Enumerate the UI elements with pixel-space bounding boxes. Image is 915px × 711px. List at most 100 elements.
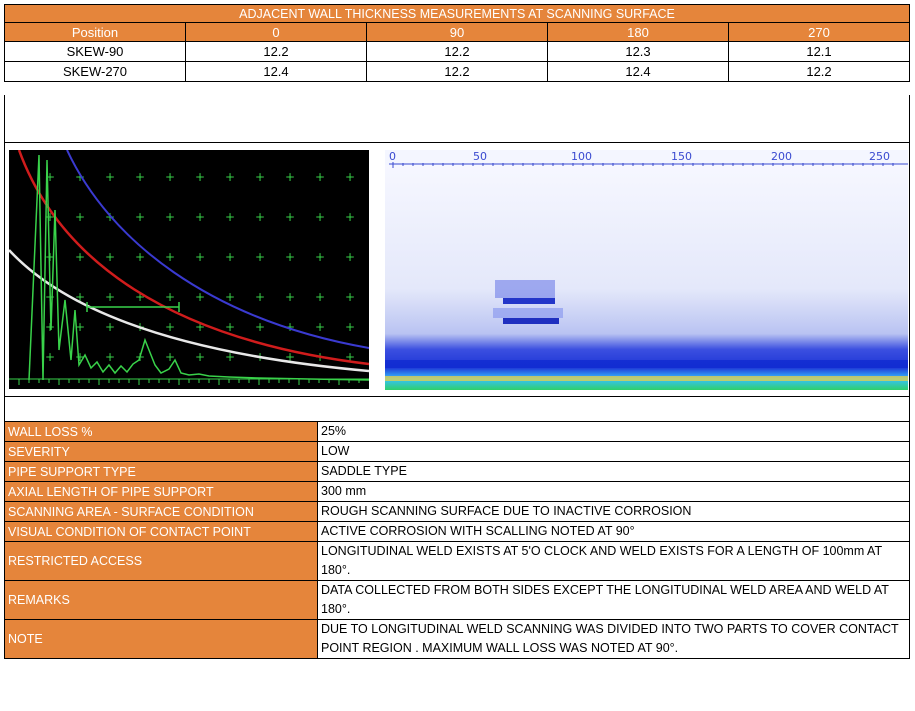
svg-text:+: + — [105, 170, 115, 184]
table-header-row: Position 0 90 180 270 — [4, 22, 910, 42]
detail-row-wall-loss: WALL LOSS % 25% — [4, 421, 910, 442]
table-title: ADJACENT WALL THICKNESS MEASUREMENTS AT … — [4, 4, 910, 23]
detail-label: RESTRICTED ACCESS — [4, 541, 318, 581]
detail-value: ROUGH SCANNING SURFACE DUE TO INACTIVE C… — [317, 501, 910, 522]
detail-label: SCANNING AREA - SURFACE CONDITION — [4, 501, 318, 522]
details-table-block: WALL LOSS % 25% SEVERITY LOW PIPE SUPPORT … — [4, 421, 910, 659]
b-scan-tick-label: 150 — [671, 150, 692, 163]
svg-text:+: + — [135, 250, 145, 264]
detail-label: VISUAL CONDITION OF CONTACT POINT — [4, 521, 318, 542]
svg-text:+: + — [315, 250, 325, 264]
svg-text:+: + — [345, 210, 355, 224]
row-label: SKEW-90 — [4, 41, 186, 62]
detail-row-support-type: PIPE SUPPORT TYPE SADDLE TYPE — [4, 461, 910, 482]
svg-text:+: + — [45, 320, 55, 334]
table-cell: 12.2 — [728, 61, 910, 82]
svg-text:+: + — [75, 250, 85, 264]
svg-text:+: + — [45, 350, 55, 364]
table-cell: 12.1 — [728, 41, 910, 62]
svg-text:+: + — [165, 210, 175, 224]
header-180: 180 — [547, 22, 729, 42]
table-cell: 12.2 — [366, 41, 548, 62]
header-0: 0 — [185, 22, 367, 42]
svg-text:+: + — [105, 320, 115, 334]
svg-text:+: + — [165, 250, 175, 264]
detail-row-axial-length: AXIAL LENGTH OF PIPE SUPPORT 300 mm — [4, 481, 910, 502]
detail-row-remarks: REMARKS DATA COLLECTED FROM BOTH SIDES EX… — [4, 580, 910, 620]
detail-label: SEVERITY — [4, 441, 318, 462]
svg-text:+: + — [255, 320, 265, 334]
thickness-table: ADJACENT WALL THICKNESS MEASUREMENTS AT … — [4, 4, 910, 82]
svg-text:+: + — [315, 210, 325, 224]
svg-text:+: + — [285, 170, 295, 184]
svg-text:+: + — [105, 290, 115, 304]
detail-label: NOTE — [4, 619, 318, 659]
spacer-row — [4, 396, 910, 422]
svg-text:+: + — [285, 250, 295, 264]
svg-text:+: + — [255, 210, 265, 224]
svg-text:+: + — [255, 290, 265, 304]
svg-text:+: + — [195, 210, 205, 224]
row-label: SKEW-270 — [4, 61, 186, 82]
table-cell: 12.4 — [185, 61, 367, 82]
detail-label: AXIAL LENGTH OF PIPE SUPPORT — [4, 481, 318, 502]
b-scan-tick-label: 200 — [771, 150, 792, 163]
svg-text:+: + — [165, 320, 175, 334]
detail-value: 300 mm — [317, 481, 910, 502]
header-position: Position — [4, 22, 186, 42]
svg-text:+: + — [195, 170, 205, 184]
details-table: WALL LOSS % 25% SEVERITY LOW PIPE SUPPORT … — [4, 421, 910, 659]
detail-row-note: NOTE DUE TO LONGITUDINAL WELD SCANNING W… — [4, 619, 910, 659]
svg-text:+: + — [225, 290, 235, 304]
b-scan-tick-label: 50 — [473, 150, 487, 163]
svg-text:+: + — [345, 170, 355, 184]
detail-value: LOW — [317, 441, 910, 462]
svg-text:+: + — [195, 250, 205, 264]
detail-row-restricted-access: RESTRICTED ACCESS LONGITUDINAL WELD EXIST… — [4, 541, 910, 581]
svg-text:+: + — [315, 290, 325, 304]
header-90: 90 — [366, 22, 548, 42]
svg-text:+: + — [105, 350, 115, 364]
table-row: SKEW-90 12.2 12.2 12.3 12.1 — [4, 41, 910, 62]
thickness-table-block: ADJACENT WALL THICKNESS MEASUREMENTS AT … — [4, 4, 910, 82]
svg-text:+: + — [285, 290, 295, 304]
b-scan-plot: 0 50 100 150 200 250 — [385, 150, 908, 390]
b-scan-tick-label: 0 — [389, 150, 396, 163]
svg-text:+: + — [105, 250, 115, 264]
table-title-row: ADJACENT WALL THICKNESS MEASUREMENTS AT … — [4, 4, 910, 23]
a-scan-waveform: + + + + + + + + + + + + + + + + + + + + + + + + + + + + + + + + + + + + +… — [8, 149, 370, 385]
b-scan-tick-label: 250 — [869, 150, 890, 163]
svg-text:+: + — [345, 320, 355, 334]
table-cell: 12.4 — [547, 61, 729, 82]
svg-text:+: + — [315, 320, 325, 334]
detail-value: DATA COLLECTED FROM BOTH SIDES EXCEPT TH… — [317, 580, 910, 620]
b-scan-image: 0 50 100 150 200 250 — [385, 150, 908, 390]
svg-text:+: + — [225, 210, 235, 224]
detail-value: SADDLE TYPE — [317, 461, 910, 482]
svg-text:+: + — [165, 170, 175, 184]
svg-text:+: + — [255, 250, 265, 264]
header-270: 270 — [728, 22, 910, 42]
svg-text:+: + — [135, 170, 145, 184]
detail-row-surface-condition: SCANNING AREA - SURFACE CONDITION ROUGH S… — [4, 501, 910, 522]
a-scan-image: + + + + + + + + + + + + + + + + + + + + + + + + + + + + + + + + + + + + +… — [8, 149, 370, 389]
detail-value: LONGITUDINAL WELD EXISTS AT 5'O CLOCK AN… — [317, 541, 910, 581]
detail-value: DUE TO LONGITUDINAL WELD SCANNING WAS DI… — [317, 619, 910, 659]
svg-text:+: + — [195, 350, 205, 364]
svg-text:+: + — [285, 210, 295, 224]
svg-text:+: + — [75, 210, 85, 224]
table-cell: 12.3 — [547, 41, 729, 62]
svg-text:+: + — [165, 290, 175, 304]
svg-text:+: + — [255, 170, 265, 184]
detail-label: REMARKS — [4, 580, 318, 620]
svg-text:+: + — [345, 250, 355, 264]
table-cell: 12.2 — [366, 61, 548, 82]
svg-text:+: + — [225, 250, 235, 264]
svg-text:+: + — [135, 210, 145, 224]
b-scan-tick-label: 100 — [571, 150, 592, 163]
svg-text:+: + — [345, 290, 355, 304]
detail-value: ACTIVE CORROSION WITH SCALLING NOTED AT … — [317, 521, 910, 542]
detail-row-severity: SEVERITY LOW — [4, 441, 910, 462]
detail-label: WALL LOSS % — [4, 421, 318, 442]
scan-images-panel: + + + + + + + + + + + + + + + + + + + + + + + + + + + + + + + + + + + + +… — [4, 143, 910, 396]
